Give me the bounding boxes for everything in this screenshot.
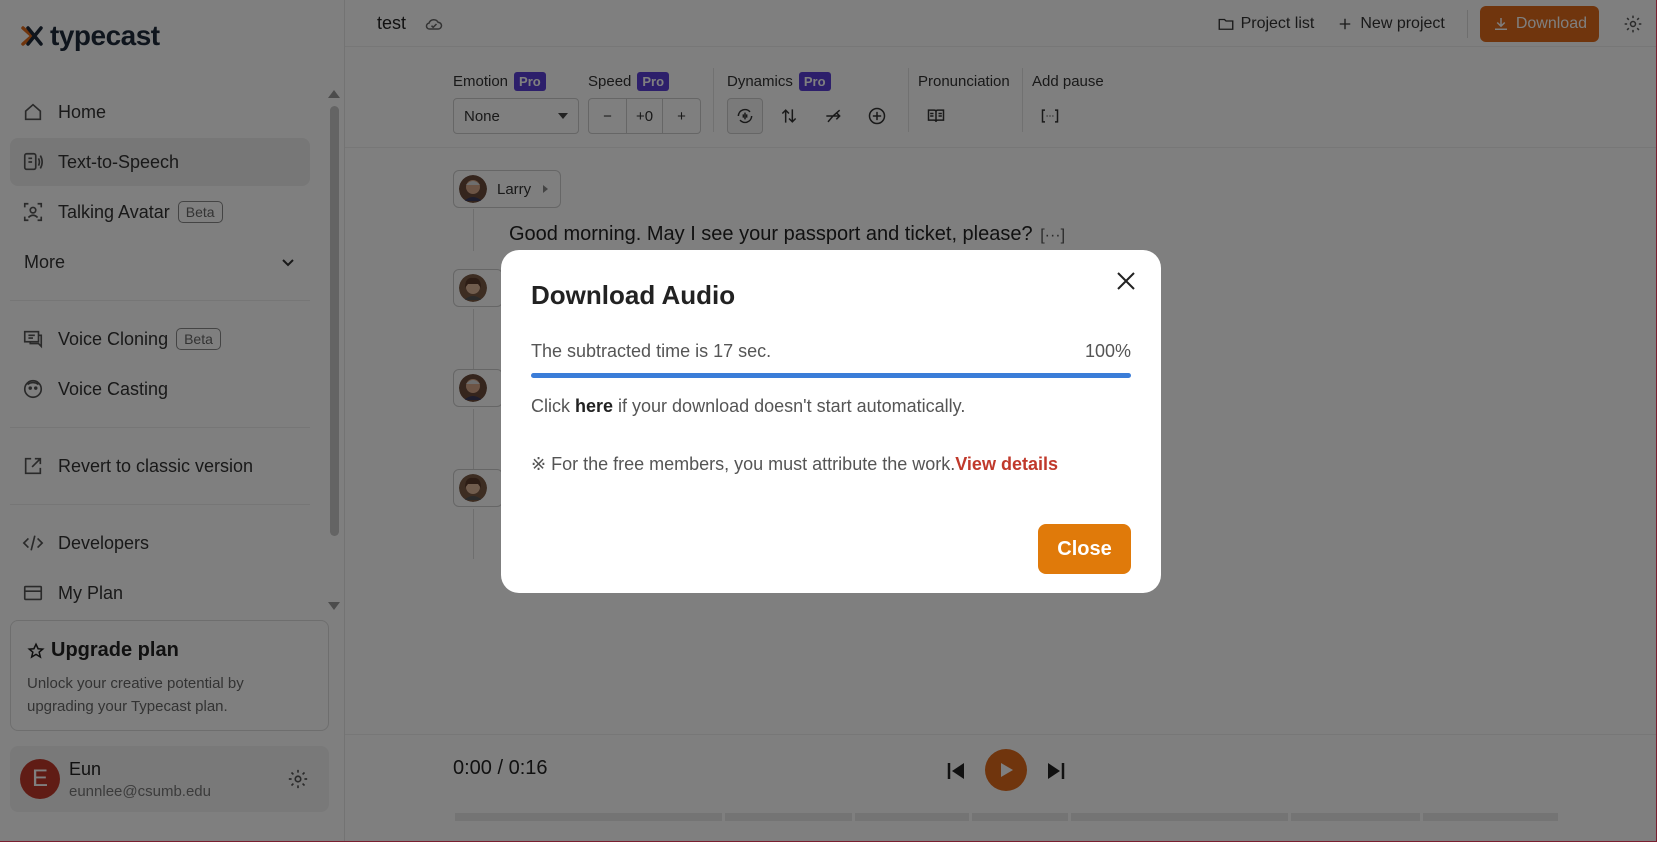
close-button[interactable]: Close [1038, 524, 1131, 574]
hint-prefix: Click [531, 396, 575, 416]
hint-suffix: if your download doesn't start automatic… [613, 396, 966, 416]
download-hint: Click here if your download doesn't star… [531, 396, 1131, 417]
progress-bar [531, 373, 1131, 378]
progress-row: The subtracted time is 17 sec. 100% [531, 341, 1131, 362]
attribution-notice: ※ For the free members, you must attribu… [531, 454, 1131, 475]
progress-fill [531, 373, 1131, 378]
modal-title: Download Audio [531, 280, 736, 310]
progress-percent: 100% [1084, 341, 1131, 361]
download-audio-modal: Download Audio The subtracted time is 17… [501, 250, 1161, 593]
view-details-link[interactable]: View details [955, 454, 1058, 474]
here-link[interactable]: here [575, 396, 613, 416]
progress-text: The subtracted time is 17 sec. [531, 341, 772, 361]
notice-text: ※ For the free members, you must attribu… [531, 454, 956, 474]
close-icon[interactable] [1115, 270, 1137, 292]
